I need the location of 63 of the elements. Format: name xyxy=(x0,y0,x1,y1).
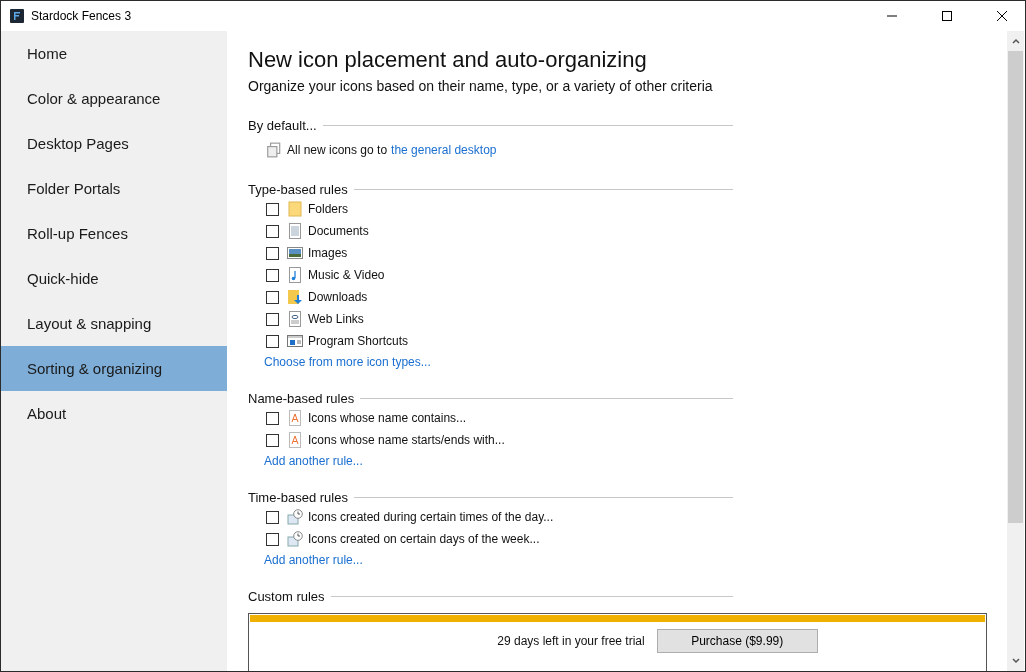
rule-label: Downloads xyxy=(308,290,368,304)
default-text: All new icons go to xyxy=(287,143,388,157)
rule-label: Folders xyxy=(308,202,348,216)
scrollbar[interactable] xyxy=(1007,31,1024,671)
music-file-icon xyxy=(287,267,303,283)
image-icon xyxy=(287,245,303,261)
document-icon xyxy=(287,223,303,239)
trial-text: 29 days left in your free trial xyxy=(497,634,645,648)
program-window-icon xyxy=(287,333,303,349)
rule-label: Images xyxy=(308,246,348,260)
rule-label: Icons whose name starts/ends with... xyxy=(308,433,505,447)
add-rule-link[interactable]: Add another rule... xyxy=(264,454,363,468)
section-title: Type-based rules xyxy=(248,181,348,197)
sidebar-item[interactable]: Color & appearance xyxy=(1,76,227,121)
sidebar-item[interactable]: Quick-hide xyxy=(1,256,227,301)
add-rule-link[interactable]: Add another rule... xyxy=(264,553,363,567)
rule-checkbox[interactable] xyxy=(266,433,279,447)
general-desktop-link[interactable]: the general desktop xyxy=(391,143,497,157)
sidebar-item[interactable]: Home xyxy=(1,31,227,76)
rule-label: Program Shortcuts xyxy=(308,334,409,348)
section-title: By default... xyxy=(248,117,317,133)
rule-checkbox[interactable] xyxy=(266,532,279,546)
scrollbar-thumb[interactable] xyxy=(1008,51,1023,523)
section-title: Name-based rules xyxy=(248,390,355,406)
add-rule-link[interactable]: Choose from more icon types... xyxy=(264,355,431,369)
page-heading: New icon placement and auto-organizing xyxy=(248,47,648,73)
rule-checkbox[interactable] xyxy=(266,268,279,282)
download-folder-icon xyxy=(287,289,303,305)
text-file-icon xyxy=(287,410,303,426)
rule-label: Icons created on certain days of the week... xyxy=(308,532,540,546)
rule-checkbox[interactable] xyxy=(266,510,279,524)
purchase-button[interactable]: Purchase ($9.99) xyxy=(656,629,818,653)
section-title: Time-based rules xyxy=(248,489,348,505)
rule-label: Icons created during certain times of the day... xyxy=(308,510,554,524)
sidebar-item[interactable]: Desktop Pages xyxy=(1,121,227,166)
scroll-down-icon[interactable] xyxy=(1010,656,1021,666)
web-link-icon xyxy=(287,311,303,327)
sidebar-item[interactable]: Folder Portals xyxy=(1,166,227,211)
scroll-up-icon[interactable] xyxy=(1010,36,1021,46)
rule-checkbox[interactable] xyxy=(266,202,279,216)
rule-checkbox[interactable] xyxy=(266,334,279,348)
section-title: Custom rules xyxy=(248,588,325,604)
sidebar-item[interactable]: Sorting & organizing xyxy=(1,346,227,391)
folder-icon xyxy=(287,201,303,217)
rule-label: Web Links xyxy=(308,312,364,326)
window-title: Stardock Fences 3 xyxy=(31,9,132,23)
rule-label: Icons whose name contains... xyxy=(308,411,467,425)
rule-checkbox[interactable] xyxy=(266,290,279,304)
sidebar-item[interactable]: About xyxy=(1,391,227,436)
page-subheading: Organize your icons based on their name, type, or a variety of other criteria xyxy=(248,78,714,94)
app-logo-icon xyxy=(10,9,24,23)
text-file-icon xyxy=(287,432,303,448)
calendar-clock-icon xyxy=(287,509,303,525)
sidebar-item[interactable]: Layout & snapping xyxy=(1,301,227,346)
copy-icon xyxy=(266,142,282,158)
rule-label: Music & Video xyxy=(308,268,385,282)
rule-checkbox[interactable] xyxy=(266,246,279,260)
rule-checkbox[interactable] xyxy=(266,312,279,326)
rule-checkbox[interactable] xyxy=(266,411,279,425)
sidebar-item[interactable]: Roll-up Fences xyxy=(1,211,227,256)
calendar-clock-icon xyxy=(287,531,303,547)
rule-label: Documents xyxy=(308,224,369,238)
rule-checkbox[interactable] xyxy=(266,224,279,238)
